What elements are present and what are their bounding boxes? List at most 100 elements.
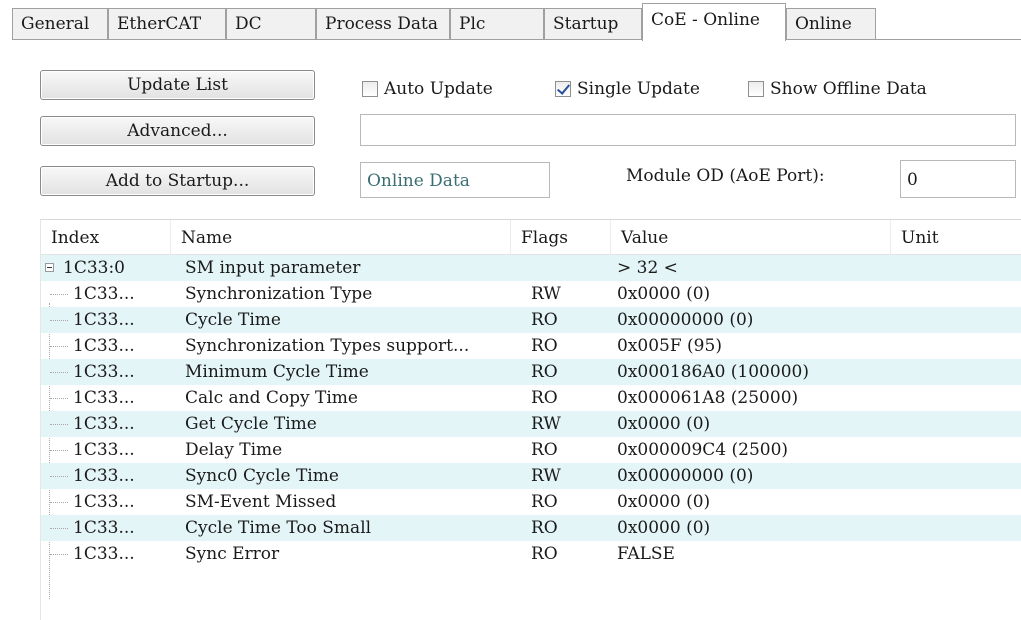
column-header-value[interactable]: Value: [611, 220, 891, 254]
cell-value: FALSE: [617, 544, 675, 564]
cell-index: 1C33...: [73, 310, 135, 330]
cell-value: 0x000186A0 (100000): [617, 362, 809, 382]
advanced-button[interactable]: Advanced...: [40, 116, 315, 146]
cell-value: 0x00000000 (0): [617, 310, 754, 330]
cell-unit: [901, 515, 1011, 541]
cell-flags: RW: [531, 284, 561, 304]
table-row[interactable]: 1C33... Minimum Cycle Time RO 0x000186A0…: [41, 359, 1021, 385]
cell-index: 1C33...: [73, 284, 135, 304]
cell-unit: [901, 281, 1011, 307]
column-header-flags[interactable]: Flags: [511, 220, 611, 254]
cell-name: Cycle Time Too Small: [185, 518, 372, 538]
cell-flags: RO: [531, 388, 558, 408]
cell-index: 1C33...: [73, 388, 135, 408]
single-update-checkbox[interactable]: Single Update: [555, 78, 700, 100]
single-update-label: Single Update: [577, 79, 700, 99]
tab-ethercat[interactable]: EtherCAT: [108, 8, 226, 39]
filter-input[interactable]: [360, 114, 1016, 146]
table-row[interactable]: 1C33... Synchronization Types support...…: [41, 333, 1021, 359]
tree-branch-line: [50, 528, 68, 530]
cell-unit: [901, 385, 1011, 411]
tab-coe-online[interactable]: CoE - Online: [642, 3, 786, 41]
cell-unit: [901, 359, 1011, 385]
tab-online[interactable]: Online: [786, 8, 876, 39]
auto-update-label: Auto Update: [384, 79, 493, 99]
cell-index: 1C33...: [73, 336, 135, 356]
cell-flags: RO: [531, 310, 558, 330]
cell-name: Calc and Copy Time: [185, 388, 358, 408]
tab-startup[interactable]: Startup: [544, 8, 642, 39]
table-row[interactable]: 1C33... Sync Error RO FALSE: [41, 541, 1021, 567]
list-body: 1C33:0 SM input parameter > 32 < 1C33...…: [41, 255, 1021, 599]
tree-branch-line: [50, 346, 68, 348]
cell-flags: RO: [531, 336, 558, 356]
module-od-label: Module OD (AoE Port):: [626, 166, 825, 186]
table-row[interactable]: 1C33:0 SM input parameter > 32 <: [41, 255, 1021, 281]
cell-value: 0x0000 (0): [617, 492, 711, 512]
table-row[interactable]: 1C33... Cycle Time RO 0x00000000 (0): [41, 307, 1021, 333]
update-list-button[interactable]: Update List: [40, 70, 315, 100]
cell-flags: RW: [531, 466, 561, 486]
tree-branch-line: [50, 476, 68, 478]
cell-unit: [901, 333, 1011, 359]
cell-unit: [901, 307, 1011, 333]
show-offline-data-checkbox[interactable]: Show Offline Data: [748, 78, 927, 100]
tree-branch-line: [50, 320, 68, 322]
tab-dc[interactable]: DC: [226, 8, 316, 39]
cell-unit: [901, 463, 1011, 489]
cell-unit: [901, 489, 1011, 515]
tab-strip-baseline: [12, 39, 1021, 40]
cell-name: Sync0 Cycle Time: [185, 466, 339, 486]
cell-index: 1C33...: [73, 492, 135, 512]
cell-index: 1C33...: [73, 440, 135, 460]
table-row[interactable]: 1C33... Get Cycle Time RW 0x0000 (0): [41, 411, 1021, 437]
cell-value: 0x000009C4 (2500): [617, 440, 789, 460]
module-od-port-input[interactable]: 0: [900, 160, 1016, 198]
tab-process-data[interactable]: Process Data: [316, 8, 450, 39]
cell-name: Synchronization Type: [185, 284, 373, 304]
column-header-name[interactable]: Name: [171, 220, 511, 254]
cell-index: 1C33:0: [63, 258, 125, 278]
collapse-icon[interactable]: [45, 263, 54, 272]
cell-flags: RO: [531, 544, 558, 564]
cell-unit: [901, 437, 1011, 463]
table-row[interactable]: 1C33... Sync0 Cycle Time RW 0x00000000 (…: [41, 463, 1021, 489]
object-dictionary-list[interactable]: Index Name Flags Value Unit 1C33:0 SM in…: [40, 219, 1021, 620]
table-row[interactable]: 1C33... Delay Time RO 0x000009C4 (2500): [41, 437, 1021, 463]
cell-name: Get Cycle Time: [185, 414, 317, 434]
auto-update-checkbox-box: [362, 81, 378, 97]
column-header-unit[interactable]: Unit: [891, 220, 1021, 254]
add-to-startup-button[interactable]: Add to Startup...: [40, 166, 315, 196]
table-row[interactable]: 1C33... Cycle Time Too Small RO 0x0000 (…: [41, 515, 1021, 541]
cell-value: 0x000061A8 (25000): [617, 388, 799, 408]
tree-branch-line: [50, 450, 68, 452]
tab-plc[interactable]: Plc: [450, 8, 544, 39]
cell-index: 1C33...: [73, 362, 135, 382]
cell-name: Delay Time: [185, 440, 283, 460]
cell-flags: RO: [531, 440, 558, 460]
list-header: Index Name Flags Value Unit: [41, 220, 1021, 255]
cell-name: Minimum Cycle Time: [185, 362, 369, 382]
cell-name: Synchronization Types support...: [185, 336, 470, 356]
cell-index: 1C33...: [73, 466, 135, 486]
cell-value: > 32 <: [617, 258, 678, 278]
tree-branch-line: [50, 502, 68, 504]
table-row[interactable]: 1C33... Calc and Copy Time RO 0x000061A8…: [41, 385, 1021, 411]
cell-value: 0x0000 (0): [617, 414, 711, 434]
column-header-index[interactable]: Index: [41, 220, 171, 254]
cell-value: 0x005F (95): [617, 336, 722, 356]
cell-value: 0x00000000 (0): [617, 466, 754, 486]
cell-value: 0x0000 (0): [617, 518, 711, 538]
table-row[interactable]: 1C33... Synchronization Type RW 0x0000 (…: [41, 281, 1021, 307]
auto-update-checkbox[interactable]: Auto Update: [362, 78, 493, 100]
cell-name: Sync Error: [185, 544, 280, 564]
cell-index: 1C33...: [73, 544, 135, 564]
table-row[interactable]: 1C33... SM-Event Missed RO 0x0000 (0): [41, 489, 1021, 515]
cell-flags: RO: [531, 492, 558, 512]
tab-general[interactable]: General: [12, 8, 108, 39]
data-mode-field[interactable]: Online Data: [360, 162, 550, 198]
cell-value: 0x0000 (0): [617, 284, 711, 304]
cell-flags: [531, 255, 601, 281]
cell-name: SM input parameter: [185, 258, 361, 278]
show-offline-data-checkbox-box: [748, 81, 764, 97]
